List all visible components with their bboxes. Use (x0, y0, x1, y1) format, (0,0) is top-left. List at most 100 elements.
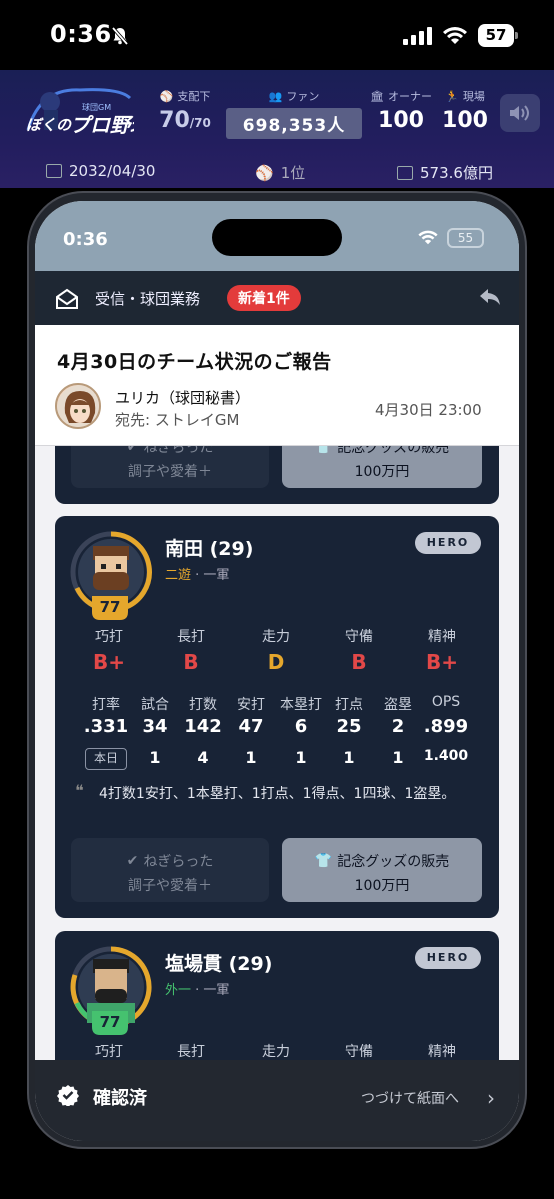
field-label: 現場 (462, 90, 485, 103)
today-value: 4 (197, 748, 209, 767)
money-icon (397, 165, 413, 180)
ability-grade: B+ (425, 650, 458, 674)
chevron-right-icon[interactable]: › (487, 1086, 495, 1110)
field-stat: 🏃 現場 100 (436, 88, 494, 134)
new-mail-badge: 新着1件 (227, 285, 301, 311)
ability-label: 精神 (428, 1044, 456, 1060)
battery-icon: 55 (447, 228, 484, 248)
position-text: 二遊 (165, 568, 192, 583)
ability-label: 走力 (262, 629, 290, 645)
roster-text: · 一軍 (191, 568, 230, 583)
game-header: ぼくの プロ野球 球団GM ⚾支配下 70/70 👥ファン 698,353人 🏛… (0, 70, 554, 188)
status-time: 0:36 (50, 20, 112, 48)
stat-value: 34 (142, 716, 168, 737)
praise-button-disabled: ✔ ねぎらった 調子や愛着＋ (71, 446, 269, 488)
quote-icon: ❝ (75, 781, 84, 800)
svg-text:プロ野球: プロ野球 (70, 113, 134, 137)
check-badge-icon (57, 1085, 79, 1106)
team-money: 573.6億円 (397, 162, 493, 183)
stat-value: 25 (336, 716, 362, 737)
stat-value: 2 (391, 716, 405, 737)
fans-stat: 👥 ファン 698,353人 (226, 88, 362, 139)
stat-value: 142 (184, 716, 222, 737)
dominion-label: 支配下 (177, 90, 211, 103)
game-logo: ぼくの プロ野球 球団GM (26, 88, 134, 137)
player-icon: 🏃 (445, 89, 459, 103)
stat-header: 安打 (237, 697, 265, 713)
mail-recipient: 宛先: ストレイGM (115, 411, 240, 429)
praise-sublabel: 調子や愛着＋ (128, 464, 212, 480)
goods-sale-button[interactable]: 👕 記念グッズの販売 100万円 (282, 446, 482, 488)
phone-screen: 0:36 55 受信・球団業務 新着1件 4月30日のチーム状況のご報告 ユリカ… (35, 201, 519, 1141)
goods-sale-price: 100万円 (354, 464, 410, 480)
mail-sender: ユリカ（球団秘書） (115, 389, 251, 407)
owner-stat: 🏛 オーナー 100 (370, 88, 432, 134)
people-icon: 👥 (268, 89, 283, 103)
today-value: 1 (343, 748, 355, 767)
ability-label: 守備 (345, 1044, 373, 1060)
ability-label: 守備 (345, 629, 373, 645)
goods-sale-label: 記念グッズの販売 (337, 446, 450, 456)
uniform-number: 77 (99, 1013, 121, 1031)
ability-grade: B (351, 650, 367, 674)
ability-grade: B (183, 650, 199, 674)
praise-label: ねぎらった (143, 854, 214, 870)
owner-value: 100 (378, 108, 424, 133)
goods-sale-price: 100万円 (354, 878, 410, 894)
stat-value: .331 (83, 716, 129, 737)
stat-header: 打点 (335, 697, 363, 713)
goods-sale-label: 記念グッズの販売 (337, 854, 450, 870)
today-label: 本日 (85, 748, 127, 770)
svg-text:球団GM: 球団GM (82, 102, 111, 112)
inner-time: 0:36 (63, 229, 108, 250)
reply-icon[interactable] (479, 287, 501, 307)
goods-sale-button[interactable]: 👕 記念グッズの販売 100万円 (282, 838, 482, 902)
speaker-icon (510, 105, 529, 121)
ability-label: 走力 (262, 1044, 290, 1060)
dominion-value: 70 (159, 108, 190, 133)
ability-label: 巧打 (95, 629, 123, 645)
fans-value: 698,353人 (226, 108, 362, 139)
praise-button-disabled: ✔ ねぎらった 調子や愛着＋ (71, 838, 269, 902)
ability-grade: B+ (92, 650, 125, 674)
stat-header: OPS (431, 694, 461, 710)
shirt-icon: 👕 (314, 446, 333, 455)
stat-header: 本塁打 (280, 697, 322, 713)
stat-header: 盗塁 (384, 697, 412, 713)
today-value: 1 (392, 748, 404, 767)
uniform-number: 77 (99, 598, 121, 616)
inner-status-bar: 0:36 55 (35, 201, 519, 271)
calendar-icon (46, 164, 62, 178)
player-name: 南田 (29) (165, 538, 254, 560)
signal-icon (403, 27, 432, 45)
field-value: 100 (442, 108, 488, 133)
roster-text: · 一軍 (191, 983, 230, 998)
player-name: 塩場貫 (29) (165, 953, 273, 975)
mail-body[interactable]: ✔ ねぎらった 調子や愛着＋ 👕 記念グッズの販売 100万円 77 南田 (29) (35, 446, 519, 1060)
dominion-max: /70 (189, 116, 211, 130)
game-date-text: 2032/04/30 (69, 162, 156, 180)
stat-header: 打率 (92, 697, 120, 713)
stat-value: .899 (423, 716, 469, 737)
wifi-icon (418, 230, 438, 245)
mail-subject-panel: 4月30日のチーム状況のご報告 ユリカ（球団秘書） 宛先: ストレイGM 4月3… (35, 325, 519, 446)
bell-muted-icon (111, 26, 129, 46)
continue-to-paper-link[interactable]: つづけて紙面へ (361, 1088, 459, 1108)
wifi-icon (443, 27, 467, 44)
sound-button[interactable] (500, 94, 540, 132)
praise-sublabel: 調子や愛着＋ (128, 878, 212, 894)
player-card-previous: ✔ ねぎらった 調子や愛着＋ 👕 記念グッズの販売 100万円 (55, 446, 499, 504)
avatar (55, 383, 101, 429)
mail-header-title: 受信・球団業務 (95, 290, 201, 308)
player-position: 二遊 · 一軍 (165, 564, 229, 583)
mail-header: 受信・球団業務 新着1件 (35, 271, 519, 325)
stat-header: 試合 (141, 697, 169, 713)
praise-label: ねぎらった (143, 446, 214, 456)
player-position: 外一 · 一軍 (165, 979, 229, 998)
today-value: 1 (245, 748, 257, 767)
stat-header: 打数 (189, 697, 217, 713)
today-value: 1 (295, 748, 307, 767)
ability-label: 長打 (177, 1044, 205, 1060)
check-icon: ✔ (126, 446, 139, 455)
dynamic-island (212, 219, 342, 256)
